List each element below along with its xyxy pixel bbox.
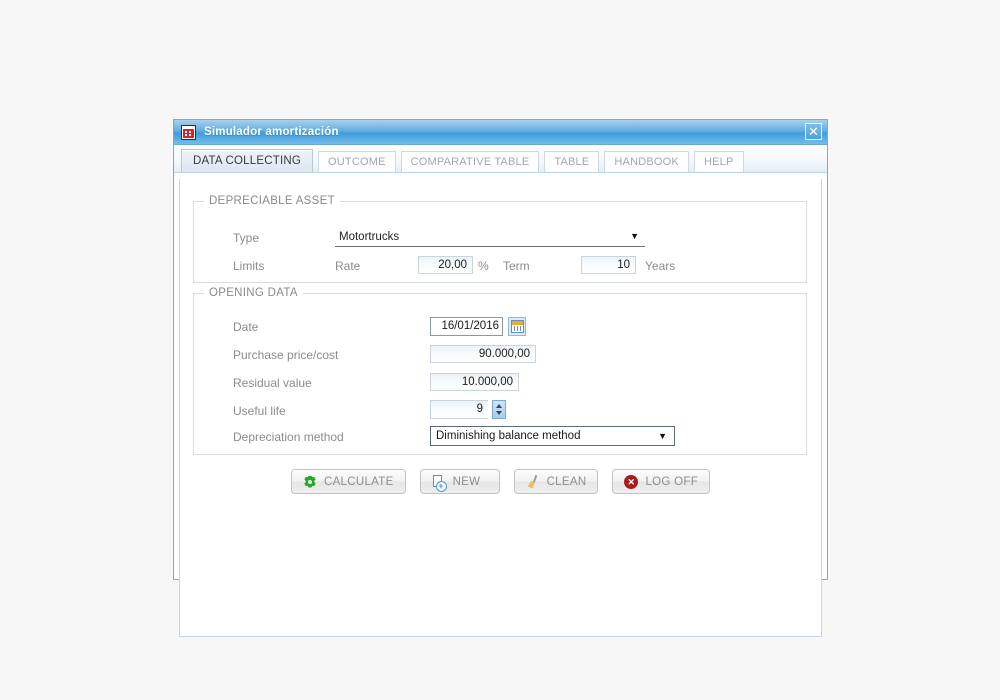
factory-icon <box>181 125 196 140</box>
limits-label: Limits <box>233 259 264 273</box>
tab-comparative-table[interactable]: COMPARATIVE TABLE <box>401 151 540 172</box>
depreciation-method-label: Depreciation method <box>233 430 344 444</box>
tab-help[interactable]: HELP <box>694 151 744 172</box>
logoff-icon <box>624 475 638 489</box>
calendar-icon[interactable] <box>508 317 526 336</box>
chevron-down-icon: ▼ <box>658 432 667 441</box>
tab-handbook[interactable]: HANDBOOK <box>604 151 689 172</box>
calculate-button-label: CALCULATE <box>324 476 394 488</box>
clean-button-label: CLEAN <box>547 476 587 488</box>
asset-type-value: Motortrucks <box>339 231 399 243</box>
residual-value-label: Residual value <box>233 376 312 390</box>
useful-life-label: Useful life <box>233 404 286 418</box>
close-icon[interactable]: ✕ <box>805 123 822 140</box>
depreciable-asset-legend: DEPRECIABLE ASSET <box>204 195 340 207</box>
broom-icon <box>526 475 540 489</box>
tab-table[interactable]: TABLE <box>544 151 599 172</box>
useful-life-stepper: 9 <box>430 400 506 419</box>
calculate-button[interactable]: CALCULATE <box>291 469 406 494</box>
action-button-row: CALCULATE NEW CLEAN LOG OFF <box>180 469 821 494</box>
type-label: Type <box>233 231 259 245</box>
tab-bar: DATA COLLECTING OUTCOME COMPARATIVE TABL… <box>174 145 827 173</box>
asset-type-select[interactable]: Motortrucks ▼ <box>335 228 645 247</box>
tab-content-panel: DEPRECIABLE ASSET Type Motortrucks ▼ Lim… <box>179 179 822 637</box>
logoff-button-label: LOG OFF <box>645 476 698 488</box>
depreciation-method-value: Diminishing balance method <box>436 430 580 442</box>
purchase-price-label: Purchase price/cost <box>233 348 338 362</box>
rate-field[interactable]: 20,00 <box>418 256 473 274</box>
term-field[interactable]: 10 <box>581 256 636 274</box>
tab-data-collecting[interactable]: DATA COLLECTING <box>181 149 313 172</box>
stepper-arrows-icon[interactable] <box>492 400 506 419</box>
percent-symbol: % <box>478 259 489 273</box>
depreciation-method-select[interactable]: Diminishing balance method ▼ <box>430 426 675 446</box>
opening-data-legend: OPENING DATA <box>204 287 303 299</box>
term-label: Term <box>503 259 530 273</box>
new-document-icon <box>432 475 446 489</box>
rate-label: Rate <box>335 259 360 273</box>
date-label: Date <box>233 320 258 334</box>
tab-outcome[interactable]: OUTCOME <box>318 151 396 172</box>
gear-icon <box>303 475 317 489</box>
date-input-group: 16/01/2016 <box>430 317 526 336</box>
logoff-button[interactable]: LOG OFF <box>612 469 710 494</box>
date-input[interactable]: 16/01/2016 <box>430 317 503 336</box>
form-panel: DEPRECIABLE ASSET Type Motortrucks ▼ Lim… <box>180 179 821 634</box>
useful-life-input[interactable]: 9 <box>430 400 488 419</box>
new-button[interactable]: NEW <box>420 469 500 494</box>
window-titlebar: Simulador amortización ✕ <box>174 120 827 145</box>
residual-value-field[interactable]: 10.000,00 <box>430 373 519 391</box>
window-title: Simulador amortización <box>204 126 339 138</box>
chevron-down-icon: ▼ <box>630 232 639 241</box>
years-label: Years <box>645 259 675 273</box>
new-button-label: NEW <box>453 476 481 488</box>
clean-button[interactable]: CLEAN <box>514 469 599 494</box>
application-window: Simulador amortización ✕ DATA COLLECTING… <box>173 119 828 580</box>
purchase-price-field[interactable]: 90.000,00 <box>430 345 536 363</box>
